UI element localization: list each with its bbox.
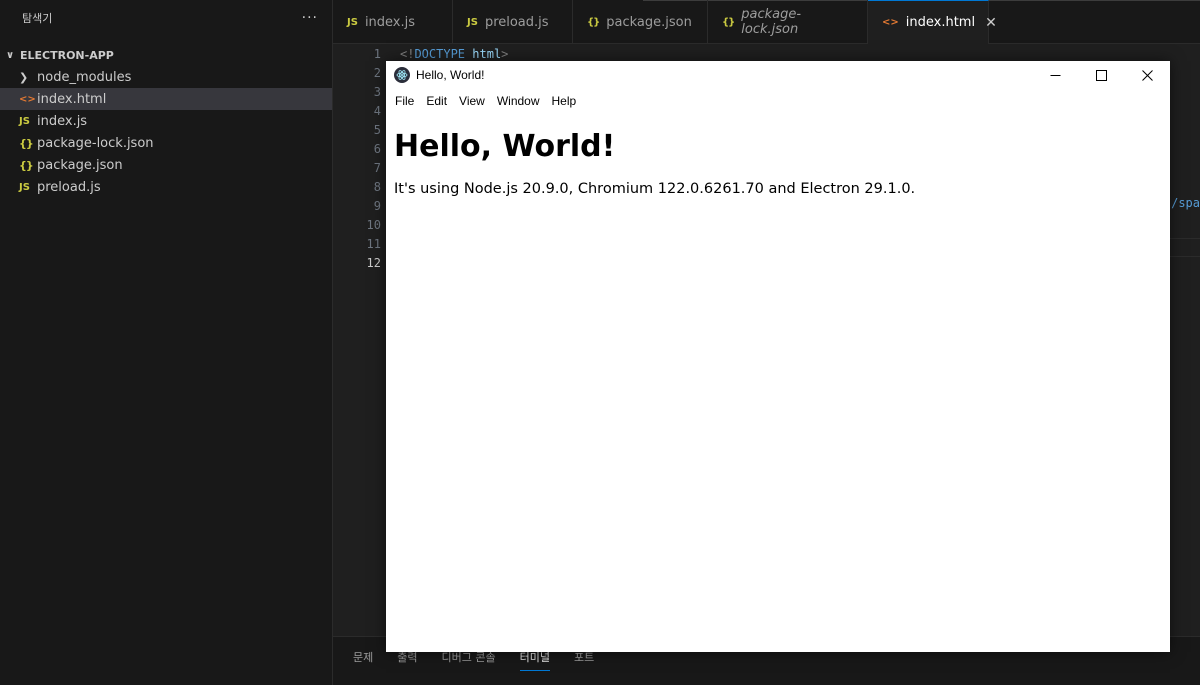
tab-index-html[interactable]: <> index.html ✕ [868,0,997,44]
tree-item-label: node_modules [37,69,132,85]
electron-app-window: Hello, World! File Edit View Window Help… [386,61,1170,652]
code-token: DOCTYPE [414,47,466,61]
tab-label: index.js [364,14,416,30]
editor-tabbar: JS index.js JS preload.js {} package.jso… [333,0,1200,44]
line-number: 2 [373,66,381,80]
tree-item-package-lock-json[interactable]: {} package-lock.json [0,132,332,154]
line-number: 10 [366,218,381,232]
line-number: 7 [373,161,381,175]
minimize-icon [1050,74,1060,76]
explorer-header: 탐색기 ··· [0,0,332,35]
json-file-icon: {} [19,136,34,150]
line-number: 9 [373,199,381,213]
maximize-icon [1095,69,1107,81]
tab-index-js[interactable]: JS index.js [333,0,453,44]
current-line-highlight [1169,238,1200,239]
html-file-icon: <> [19,93,36,105]
tab-label: index.html [905,15,976,30]
line-number: 6 [373,142,381,156]
tab-label: preload.js [484,14,549,30]
line-number-gutter: 1 2 3 4 5 6 7 8 9 10 11 12 [333,45,381,273]
code-token: html [472,47,502,61]
tree-item-node-modules[interactable]: ❯ node_modules [0,66,332,88]
code-token: <! [400,47,415,61]
electron-logo-icon [394,67,410,83]
minimize-button[interactable] [1032,61,1078,89]
close-button[interactable] [1124,61,1170,89]
tree-item-index-html[interactable]: <> index.html [0,88,332,110]
workspace-name: ELECTRON-APP [20,48,114,62]
app-content: Hello, World! It's using Node.js 20.9.0,… [386,112,1170,197]
menu-edit[interactable]: Edit [420,94,453,108]
html-file-icon: <> [882,17,899,28]
menu-file[interactable]: File [389,94,420,108]
chevron-down-icon: ∨ [6,49,15,61]
line-number: 5 [373,123,381,137]
tab-preload-js[interactable]: JS preload.js [453,0,573,44]
line-number: 4 [373,104,381,118]
js-file-icon: JS [467,16,478,28]
tree-item-preload-js[interactable]: JS preload.js [0,176,332,198]
json-file-icon: {} [587,16,600,28]
panel-tab-problems[interactable]: 문제 [353,637,373,671]
line-number: 11 [366,237,381,251]
app-titlebar[interactable]: Hello, World! [386,61,1170,89]
version-info-text: It's using Node.js 20.9.0, Chromium 122.… [394,181,916,197]
tab-package-lock-json[interactable]: {} package-lock.json [708,0,868,44]
tab-label: package-lock.json [741,7,802,37]
workspace-section-header[interactable]: ∨ ELECTRON-APP [0,44,332,66]
menu-help[interactable]: Help [546,94,583,108]
tree-item-label: preload.js [37,179,101,195]
window-controls [1032,61,1170,89]
close-tab-icon[interactable]: ✕ [985,15,997,31]
tree-item-label: index.js [37,113,88,129]
more-actions-icon[interactable]: ··· [302,10,318,26]
code-fragment: /spa [1171,196,1200,210]
app-menubar: File Edit View Window Help [386,89,1170,112]
tree-item-package-json[interactable]: {} package.json [0,154,332,176]
tab-label: package.json [606,14,692,30]
json-file-icon: {} [722,16,735,28]
explorer-sidebar: 탐색기 ··· ∨ ELECTRON-APP ❯ node_modules <>… [0,0,333,685]
tree-item-label: package-lock.json [37,135,154,151]
tree-item-label: index.html [37,91,107,107]
js-file-icon: JS [19,115,30,127]
menu-window[interactable]: Window [491,94,546,108]
page-heading: Hello, World! [394,129,616,164]
json-file-icon: {} [19,158,34,172]
menu-view[interactable]: View [453,94,491,108]
js-file-icon: JS [19,181,30,193]
app-window-title: Hello, World! [416,68,485,82]
tab-package-json[interactable]: {} package.json [573,0,708,44]
chevron-right-icon: ❯ [19,70,29,84]
line-number: 8 [373,180,381,194]
tree-item-label: package.json [37,157,123,173]
tree-item-index-js[interactable]: JS index.js [0,110,332,132]
line-number: 1 [373,47,381,61]
line-number: 12 [366,256,381,270]
close-icon [1141,69,1153,81]
code-token: > [501,47,509,61]
js-file-icon: JS [347,16,358,28]
explorer-title: 탐색기 [22,11,53,25]
current-line-highlight [1169,256,1200,257]
line-number: 3 [373,85,381,99]
maximize-button[interactable] [1078,61,1124,89]
